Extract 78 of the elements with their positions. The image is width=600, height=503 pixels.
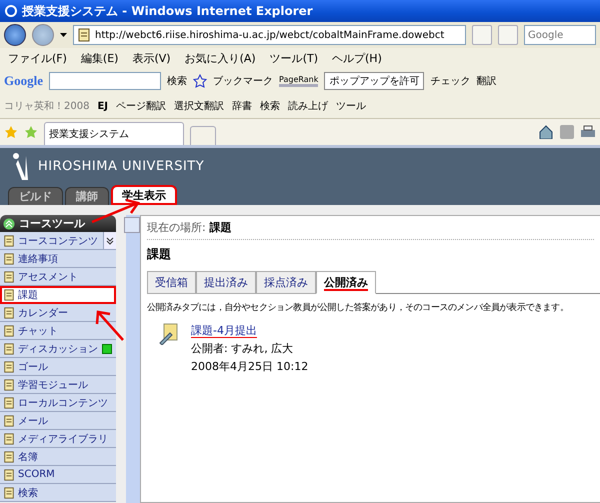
sidebar-item[interactable]: ゴール xyxy=(0,358,116,376)
new-tab-button[interactable] xyxy=(190,126,216,145)
menu-item[interactable]: 表示(V) xyxy=(132,50,171,66)
menu-item[interactable]: 編集(E) xyxy=(80,50,118,66)
sidebar-item[interactable]: 検索 xyxy=(0,484,116,502)
toolbar-label: コリャ英和！2008 xyxy=(4,100,90,113)
menu-item[interactable]: ヘルプ(H) xyxy=(332,50,382,66)
sidebar-item[interactable]: 学習モジュール xyxy=(0,376,116,394)
search-field[interactable]: Google xyxy=(524,25,596,45)
sidebar-item[interactable]: SCORM xyxy=(0,466,116,484)
forward-button[interactable] xyxy=(32,24,54,46)
view-tab[interactable]: ビルド xyxy=(8,187,63,205)
sidebar-item[interactable]: 課題 xyxy=(0,286,116,304)
university-name: HIROSHIMA UNIVERSITY xyxy=(38,159,204,174)
double-chevron-icon[interactable] xyxy=(106,236,114,244)
menu-item[interactable]: ファイル(F) xyxy=(8,50,67,66)
stop-button[interactable] xyxy=(498,25,518,45)
collapse-icon[interactable] xyxy=(3,218,15,230)
content-tab[interactable]: 採点済み xyxy=(256,271,316,294)
popup-button[interactable]: ポップアップを許可 xyxy=(324,72,424,90)
caret-icon[interactable] xyxy=(60,33,67,37)
translate-button[interactable]: 翻訳 xyxy=(476,74,496,88)
toolbar-button[interactable]: 辞書 xyxy=(232,99,252,113)
sidebar-item[interactable]: 名簿 xyxy=(0,448,116,466)
printer-icon[interactable] xyxy=(580,125,596,139)
star-icon[interactable] xyxy=(193,74,207,88)
toolbar-button[interactable]: 選択文翻訳 xyxy=(174,99,224,113)
view-tab[interactable]: 学生表示 xyxy=(111,185,177,205)
page-title: 課題 xyxy=(147,246,172,263)
sidebar-item[interactable]: メディアライブラリ xyxy=(0,430,116,448)
content-tab[interactable]: 提出済み xyxy=(196,271,256,294)
star-icon[interactable] xyxy=(4,125,18,139)
browser-tab[interactable]: 授業支援システム xyxy=(44,122,184,145)
page-icon xyxy=(77,28,91,42)
menu-item[interactable]: お気に入り(A) xyxy=(184,50,256,66)
description: 公開済みタブには，自分やセクション教員が公開した答案があり，そのコースのメンバ全員が表示できます。 xyxy=(147,301,570,315)
menu-item[interactable]: ツール(T) xyxy=(270,50,318,66)
sidebar-item[interactable]: ディスカッション xyxy=(0,340,116,358)
toolbar-button[interactable]: ページ翻訳 xyxy=(116,99,166,113)
back-button[interactable] xyxy=(4,24,26,46)
toolbar-button[interactable]: 検索 xyxy=(260,99,280,113)
address-field[interactable]: http://webct6.riise.hiroshima-u.ac.jp/webct/cobaltMainFrame.dowebct xyxy=(73,25,466,45)
pencil-page-icon xyxy=(159,322,179,345)
sidebar-title: コースツール xyxy=(19,216,85,231)
search-button[interactable]: 検索 xyxy=(167,74,187,88)
pagerank-meter: PageRank xyxy=(279,75,318,87)
browser-icon xyxy=(4,4,18,18)
sidebar-item[interactable]: ローカルコンテンツ xyxy=(0,394,116,412)
add-star-icon[interactable] xyxy=(24,125,38,139)
toolbar-button[interactable]: ツール xyxy=(336,99,366,113)
scroll-up-button[interactable] xyxy=(124,217,140,233)
publish-date: 2008年4月25日 10:12 xyxy=(191,358,308,374)
breadcrumb-label: 現在の場所: xyxy=(147,220,206,235)
sidebar-item[interactable]: コースコンテンツ xyxy=(0,232,116,250)
google-logo: Google xyxy=(4,73,43,89)
sidebar-item[interactable]: チャット xyxy=(0,322,116,340)
sidebar-item[interactable]: アセスメント xyxy=(0,268,116,286)
toolbar-button[interactable]: 読み上げ xyxy=(288,99,328,113)
ej-button[interactable]: EJ xyxy=(97,100,108,112)
content-tab[interactable]: 公開済み xyxy=(316,271,376,294)
content-tab[interactable]: 受信箱 xyxy=(147,271,196,294)
view-tab[interactable]: 講師 xyxy=(65,187,109,205)
search-field[interactable] xyxy=(49,72,161,90)
sidebar-item[interactable]: カレンダー xyxy=(0,304,116,322)
sidebar-header[interactable]: コースツール xyxy=(0,215,116,232)
home-icon[interactable] xyxy=(538,125,554,139)
sidebar-item[interactable]: 連絡事項 xyxy=(0,250,116,268)
breadcrumb: 課題 xyxy=(210,220,232,235)
logo-icon xyxy=(12,152,30,182)
bookmark-button[interactable]: ブックマーク xyxy=(213,74,273,88)
assignment-link[interactable]: 課題-4月提出 xyxy=(191,322,308,338)
window-title: 授業支援システム - Windows Internet Explorer xyxy=(22,2,313,20)
sidebar-item[interactable]: メール xyxy=(0,412,116,430)
publisher: 公開者: すみれ, 広大 xyxy=(191,340,294,356)
expand-button[interactable] xyxy=(103,232,116,249)
annotation-arrow xyxy=(96,310,124,341)
check-button[interactable]: チェック xyxy=(430,74,470,88)
refresh-button[interactable] xyxy=(472,25,492,45)
